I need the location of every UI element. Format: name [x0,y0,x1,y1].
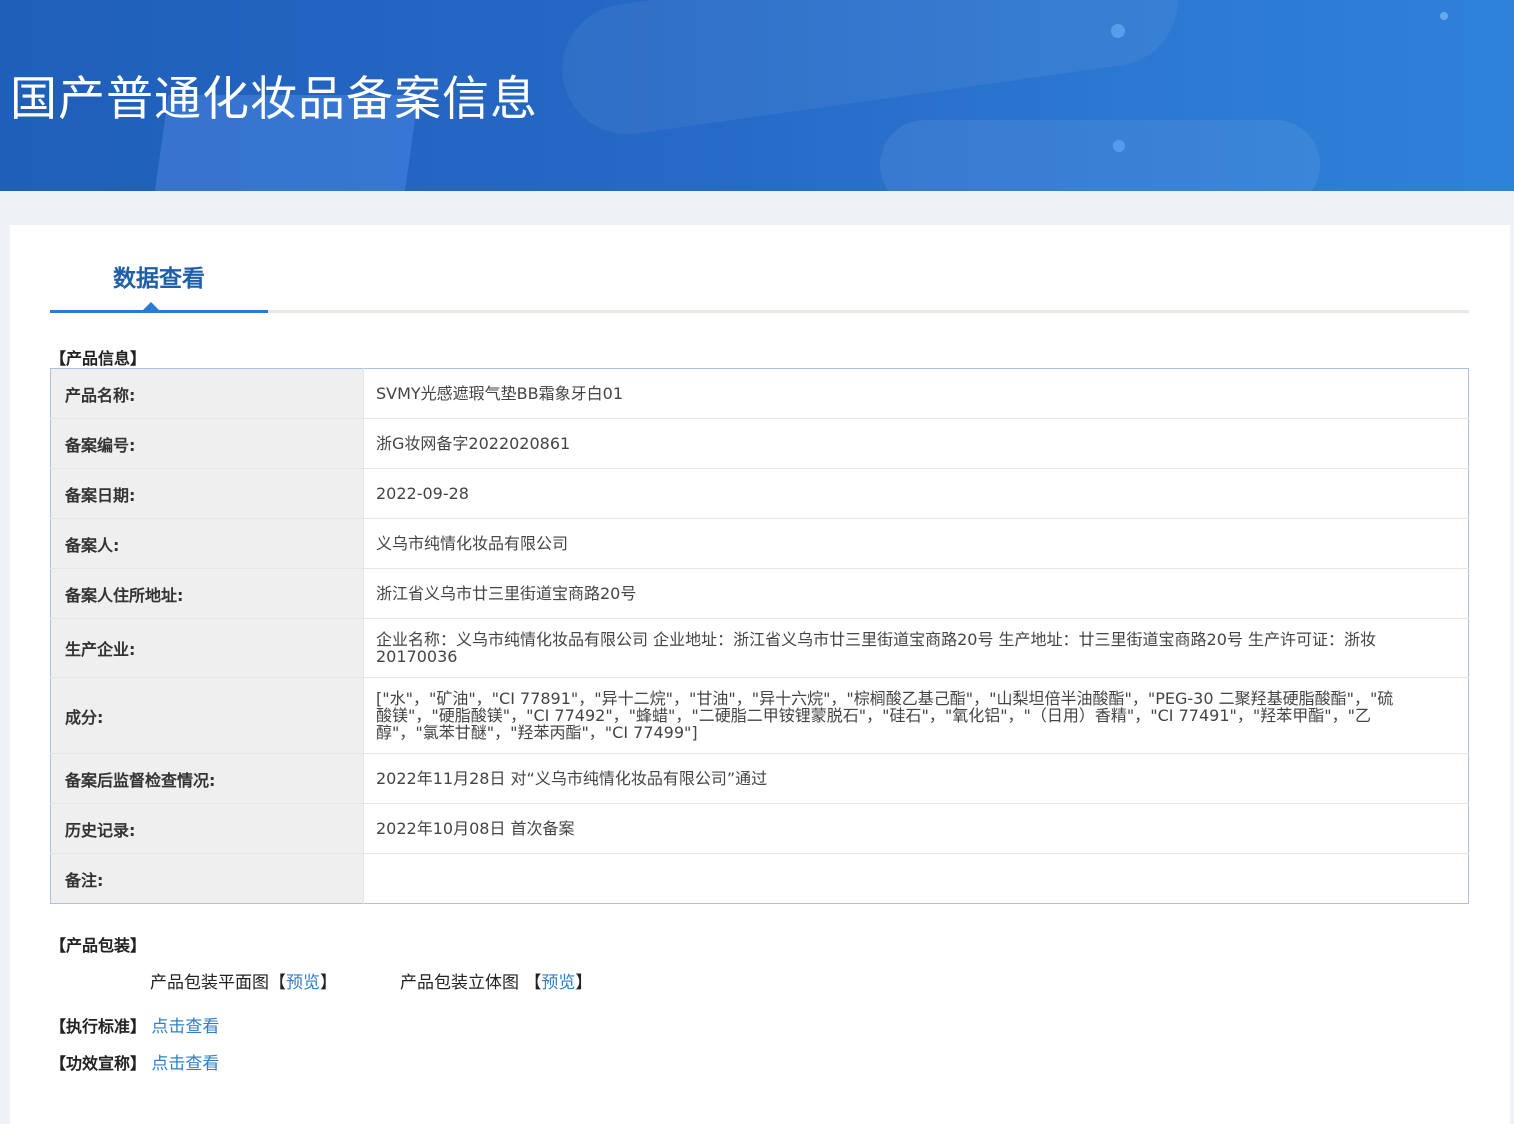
bracket-open: 【 [269,973,286,993]
standard-label: 【执行标准】 [50,1017,147,1036]
row-value [363,853,1469,904]
row-value: ["水"，"矿油"，"CI 77891"，"异十二烷"，"甘油"，"异十六烷"，… [363,677,1469,754]
table-row: 备案人住所地址: 浙江省义乌市廿三里街道宝商路20号 [50,568,1469,619]
row-key: 备案日期: [50,468,364,519]
banner-dot [1113,140,1125,152]
packaging-stereo-label: 产品包装立体图 [400,973,519,993]
row-value: 企业名称：义乌市纯情化妆品有限公司 企业地址：浙江省义乌市廿三里街道宝商路20号… [363,618,1469,678]
row-key: 备案人: [50,518,364,569]
row-key: 产品名称: [50,368,364,419]
row-key: 成分: [50,677,364,754]
row-key: 备案编号: [50,418,364,469]
row-value: 义乌市纯情化妆品有限公司 [363,518,1469,569]
table-row: 生产企业: 企业名称：义乌市纯情化妆品有限公司 企业地址：浙江省义乌市廿三里街道… [50,618,1469,678]
product-info-heading: 【产品信息】 [50,349,147,368]
banner-dot [1440,12,1448,20]
table-row: 备注: [50,853,1469,904]
product-info-table: 产品名称: SVMY光感遮瑕气垫BB霜象牙白01 备案编号: 浙G妆网备字202… [50,368,1469,904]
row-key: 生产企业: [50,618,364,678]
page-banner: 国产普通化妆品备案信息 [0,0,1514,191]
row-value: SVMY光感遮瑕气垫BB霜象牙白01 [376,384,623,403]
standard-row: 【执行标准】 点击查看 [50,1012,219,1037]
row-value: 浙江省义乌市廿三里街道宝商路20号 [363,568,1469,619]
table-row: 成分: ["水"，"矿油"，"CI 77891"，"异十二烷"，"甘油"，"异十… [50,677,1469,754]
bracket-close: 】 [320,973,337,993]
row-value: 浙G妆网备字2022020861 [363,418,1469,469]
table-row: 备案后监督检查情况: 2022年11月28日 对“义乌市纯情化妆品有限公司”通过 [50,753,1469,804]
standard-view-link[interactable]: 点击查看 [151,1017,219,1037]
table-row: 产品名称: SVMY光感遮瑕气垫BB霜象牙白01 [50,368,1469,419]
table-row: 备案人: 义乌市纯情化妆品有限公司 [50,518,1469,569]
active-tab-caret-icon [143,302,159,310]
efficacy-row: 【功效宣称】 点击查看 [50,1049,219,1074]
row-value: 2022年10月08日 首次备案 [363,803,1469,854]
row-key: 备注: [50,853,364,904]
row-key: 备案人住所地址: [50,568,364,619]
banner-decoration [880,120,1320,191]
packaging-flat-preview-link[interactable]: 预览 [286,973,320,993]
table-row: 备案日期: 2022-09-28 [50,468,1469,519]
row-key: 备案后监督检查情况: [50,753,364,804]
bracket-open: 【 [524,973,542,993]
banner-dot [1111,24,1125,38]
efficacy-view-link[interactable]: 点击查看 [151,1054,219,1074]
bracket-close: 】 [575,973,593,993]
row-value: 2022年11月28日 对“义乌市纯情化妆品有限公司”通过 [363,753,1469,804]
packaging-flat-item: 产品包装平面图【预览】 [150,968,337,993]
content-panel: 数据查看 【产品信息】 产品名称: SVMY光感遮瑕气垫BB霜象牙白01 备案编… [10,225,1510,1124]
packaging-stereo-item: 产品包装立体图 【预览】 [400,968,592,993]
tab-bar: 数据查看 [50,225,1469,313]
row-value: 2022-09-28 [363,468,1469,519]
page-title: 国产普通化妆品备案信息 [10,72,538,127]
table-row: 历史记录: 2022年10月08日 首次备案 [50,803,1469,854]
table-row: 备案编号: 浙G妆网备字2022020861 [50,418,1469,469]
row-key: 历史记录: [50,803,364,854]
packaging-flat-label: 产品包装平面图 [150,973,269,993]
packaging-stereo-preview-link[interactable]: 预览 [541,973,575,993]
tab-data-view[interactable]: 数据查看 [50,225,268,313]
tab-label: 数据查看 [113,266,205,292]
packaging-heading: 【产品包装】 [50,936,147,955]
efficacy-label: 【功效宣称】 [50,1054,147,1073]
